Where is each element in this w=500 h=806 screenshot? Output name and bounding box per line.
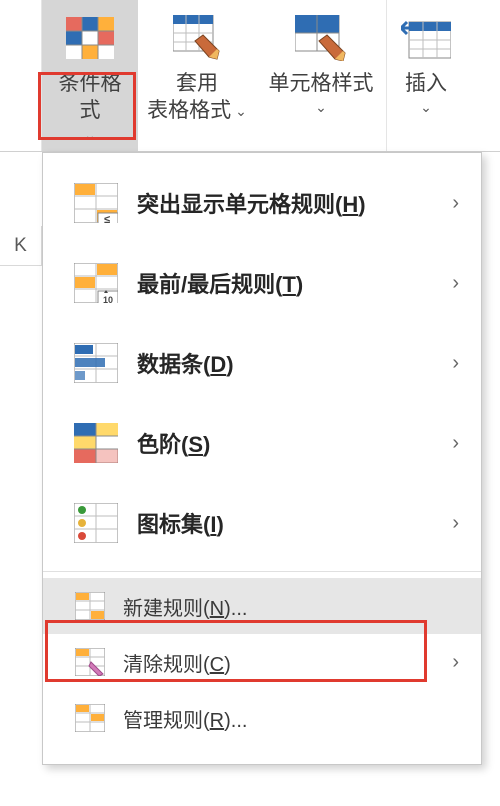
menu-item-label: 新建规则(N)... — [123, 592, 247, 621]
format-as-table-label-top: 套用 — [176, 70, 218, 97]
insert-label: 插入 — [405, 70, 447, 97]
menu-item-label: 图标集(I) — [137, 507, 224, 539]
svg-text:≤: ≤ — [104, 214, 110, 223]
menu-manage-rules[interactable]: 管理规则(R)... — [43, 690, 481, 746]
menu-data-bars[interactable]: 数据条(D) › — [43, 323, 481, 403]
annotation-highlight-2 — [45, 620, 427, 682]
color-scales-icon — [73, 420, 119, 466]
menu-item-label: 最前/最后规则(T) — [137, 267, 303, 299]
menu-separator — [43, 571, 481, 572]
format-as-table-label-bottom: 表格格式 — [147, 97, 231, 124]
cell-styles-label: 单元格样式 — [269, 70, 374, 97]
menu-item-label: 突出显示单元格规则(H) — [137, 187, 366, 219]
menu-item-label: 色阶(S) — [137, 427, 210, 459]
caret-icon: ⌄ — [420, 99, 432, 116]
menu-icon-sets[interactable]: 图标集(I) › — [43, 483, 481, 563]
insert-button[interactable]: 插入 ⌄ — [387, 0, 457, 151]
chevron-right-icon: › — [452, 272, 459, 295]
menu-item-label: 管理规则(R)... — [123, 704, 247, 733]
menu-top-bottom-rules[interactable]: 10 最前/最后规则(T) › — [43, 243, 481, 323]
caret-icon: ⌄ — [315, 99, 327, 116]
cell-styles-icon — [293, 10, 349, 66]
column-header-cell: K — [0, 226, 42, 266]
chevron-right-icon: › — [452, 512, 459, 535]
insert-icon — [398, 10, 454, 66]
caret-icon: ⌄ — [235, 103, 247, 120]
format-as-table-icon — [169, 10, 225, 66]
conditional-formatting-icon — [62, 10, 118, 66]
chevron-right-icon: › — [452, 352, 459, 375]
format-as-table-button[interactable]: 套用 表格格式 ⌄ — [138, 0, 256, 151]
manage-rules-icon — [73, 701, 107, 735]
top-bottom-icon: 10 — [73, 260, 119, 306]
icon-sets-icon — [73, 500, 119, 546]
annotation-highlight-1 — [38, 72, 136, 140]
data-bars-icon — [73, 340, 119, 386]
chevron-right-icon: › — [452, 651, 459, 674]
chevron-right-icon: › — [452, 192, 459, 215]
menu-highlight-cells-rules[interactable]: ≤ 突出显示单元格规则(H) › — [43, 163, 481, 243]
cell-styles-button[interactable]: 单元格样式 ⌄ — [256, 0, 386, 151]
menu-color-scales[interactable]: 色阶(S) › — [43, 403, 481, 483]
chevron-right-icon: › — [452, 432, 459, 455]
new-rule-icon — [73, 589, 107, 623]
svg-text:10: 10 — [103, 295, 113, 303]
highlight-cells-icon: ≤ — [73, 180, 119, 226]
menu-item-label: 数据条(D) — [137, 347, 234, 379]
ribbon-spacer — [0, 0, 42, 151]
